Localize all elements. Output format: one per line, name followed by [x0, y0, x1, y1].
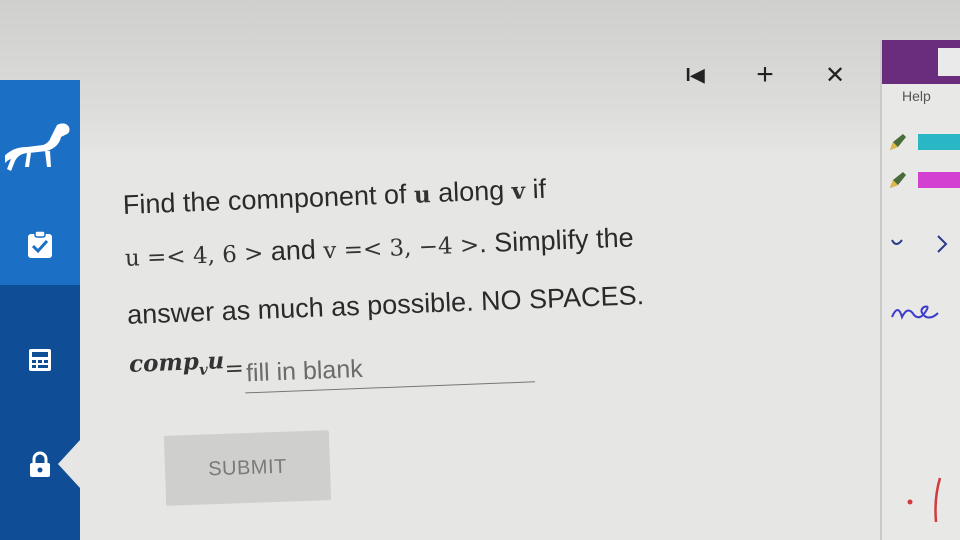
plus-icon: +	[756, 58, 774, 91]
calculator-icon[interactable]	[0, 340, 80, 380]
pen-tool-magenta[interactable]	[888, 170, 960, 190]
pen-tool-teal[interactable]	[888, 132, 960, 152]
pencil-icon	[890, 172, 906, 188]
close-icon: ✕	[824, 61, 846, 89]
comp-label: compvu	[128, 347, 225, 379]
magenta-swatch[interactable]	[918, 172, 960, 188]
close-button[interactable]: ✕	[815, 55, 855, 95]
first-question-button[interactable]: I◀	[675, 55, 715, 95]
question-text: Find the comnponent of u along v if u =<…	[122, 153, 830, 397]
clipboard-check-icon[interactable]	[0, 225, 80, 265]
skip-back-icon: I◀	[685, 64, 705, 85]
question-toolbar: I◀ + ✕	[660, 55, 870, 95]
submit-button[interactable]: SUBMIT	[163, 430, 332, 506]
help-link[interactable]: Help	[902, 88, 931, 104]
ink-scribble	[891, 305, 939, 320]
active-nav-pointer	[58, 440, 80, 488]
ink-scribble	[907, 477, 942, 523]
dog-logo-icon	[0, 110, 80, 180]
teal-swatch[interactable]	[918, 134, 960, 150]
panel-header	[882, 40, 960, 84]
pencil-icon	[890, 134, 906, 150]
drawing-panel: Help	[880, 40, 960, 540]
add-button[interactable]: +	[745, 55, 785, 95]
panel-tab[interactable]	[938, 48, 960, 76]
ink-scribble	[891, 235, 948, 253]
left-nav-lower	[0, 285, 80, 540]
